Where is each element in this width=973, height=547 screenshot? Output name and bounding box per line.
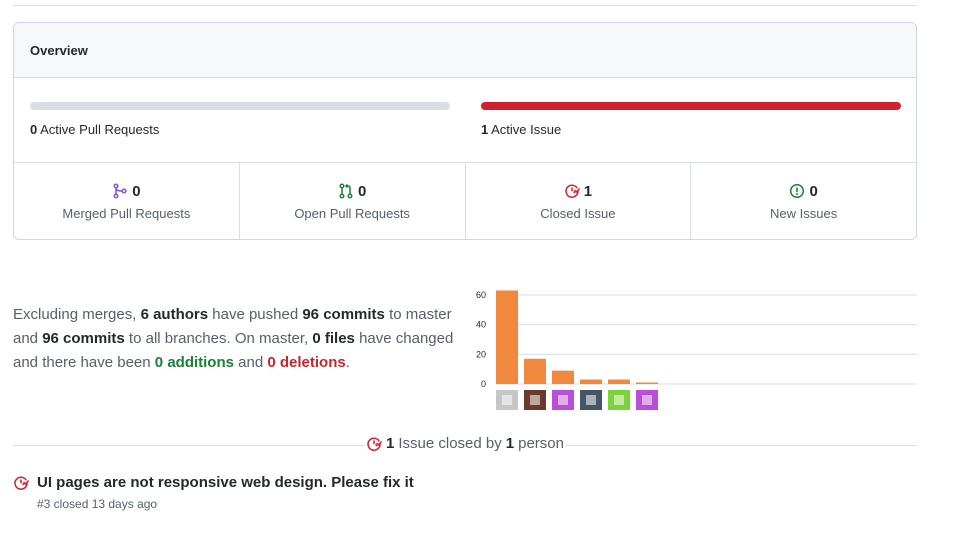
issues-closed-text-end: person bbox=[518, 435, 564, 452]
summary-text-4: to all branches. On master, bbox=[128, 330, 309, 347]
active-pull-requests-label: Active Pull Requests bbox=[40, 122, 160, 137]
chart-y-tick-label: 60 bbox=[476, 290, 486, 300]
open-pr-icon bbox=[339, 183, 353, 199]
new-issue-count: 0 bbox=[809, 182, 818, 200]
summary-text-6: and bbox=[238, 354, 264, 371]
overview-stats: 0 Merged Pull Requests 0 Open Pull Reque… bbox=[14, 163, 916, 239]
stat-new-issues[interactable]: 0 New Issues bbox=[691, 163, 916, 239]
stat-closed-issues[interactable]: 1 Closed Issue bbox=[466, 163, 692, 239]
list-item: UI pages are not responsive web design. … bbox=[13, 474, 917, 511]
avatar-pattern bbox=[586, 395, 596, 405]
chart-y-tick-label: 20 bbox=[476, 349, 486, 359]
chart-y-tick-label: 0 bbox=[481, 379, 486, 389]
contributors-chart: 0 20 40 60 bbox=[476, 290, 917, 410]
chart-y-tick-label: 40 bbox=[476, 320, 486, 330]
open-pr-label: Open Pull Requests bbox=[294, 205, 410, 221]
chart-bar[interactable] bbox=[552, 370, 574, 384]
issue-meta: #3 closed 13 days ago bbox=[37, 497, 158, 511]
stat-open-pull-requests[interactable]: 0 Open Pull Requests bbox=[240, 163, 466, 239]
issues-closed-count: 1 bbox=[386, 435, 395, 452]
issues-closed-text: Issue closed by bbox=[398, 435, 502, 452]
pull-requests-progress-bar bbox=[30, 102, 450, 110]
summary-deletions-word: deletions bbox=[279, 354, 346, 371]
overview-title: Overview bbox=[30, 42, 88, 58]
avatar-pattern bbox=[642, 395, 652, 405]
summary-text-1: Excluding merges, bbox=[13, 306, 137, 323]
summary-additions-word: additions bbox=[167, 354, 234, 371]
summary-deletions-count: 0 bbox=[267, 354, 276, 371]
summary-files: 0 files bbox=[312, 330, 355, 347]
chart-bar[interactable] bbox=[608, 379, 630, 384]
merged-pr-icon bbox=[113, 183, 127, 199]
summary-additions-count: 0 bbox=[154, 354, 164, 371]
active-issues-label: Active Issue bbox=[491, 122, 562, 137]
active-pull-requests-count: 0 bbox=[30, 122, 38, 137]
closed-issue-icon bbox=[367, 436, 383, 451]
avatar-pattern bbox=[530, 395, 540, 405]
merged-pr-count: 0 bbox=[132, 182, 141, 200]
open-pr-count: 0 bbox=[357, 182, 367, 200]
summary-text-7: . bbox=[345, 354, 350, 371]
avatar-pattern bbox=[614, 395, 624, 405]
commit-summary: Excluding merges, 6 authors have pushed … bbox=[13, 303, 465, 375]
stat-merged-pull-requests[interactable]: 0 Merged Pull Requests bbox=[14, 163, 240, 239]
issues-closed-people: 1 bbox=[505, 435, 515, 452]
summary-authors: 6 authors bbox=[140, 306, 209, 323]
overview-progress: 0 Active Pull Requests 1 Active Issue bbox=[14, 78, 916, 163]
chart-bar[interactable] bbox=[580, 379, 602, 384]
new-issue-label: New Issues bbox=[770, 205, 838, 221]
summary-commits-all: 96 commits bbox=[42, 330, 125, 347]
new-issue-icon bbox=[790, 183, 805, 199]
avatar-pattern bbox=[502, 395, 512, 405]
chart-bar[interactable] bbox=[524, 358, 546, 384]
overview-panel: Overview 0 Active Pull Requests 1 Active… bbox=[13, 22, 917, 240]
issues-progress-bar bbox=[481, 102, 901, 110]
active-pull-requests-link[interactable]: 0 Active Pull Requests bbox=[30, 122, 159, 137]
active-issues-link[interactable]: 1 Active Issue bbox=[481, 122, 561, 137]
merged-pr-label: Merged Pull Requests bbox=[62, 205, 191, 221]
summary-text-2: have pushed bbox=[212, 306, 299, 323]
closed-issue-label: Closed Issue bbox=[540, 205, 616, 221]
overview-header: Overview bbox=[14, 23, 916, 78]
issues-closed-header: 1 Issue closed by 1 person bbox=[13, 435, 917, 452]
active-issues-count: 1 bbox=[481, 122, 489, 137]
closed-issue-icon bbox=[14, 475, 29, 490]
chart-bar[interactable] bbox=[636, 382, 658, 384]
issue-title-link[interactable]: UI pages are not responsive web design. … bbox=[37, 474, 414, 491]
top-divider bbox=[13, 5, 917, 6]
avatar-pattern bbox=[558, 395, 568, 405]
summary-commits-master: 96 commits bbox=[302, 306, 385, 323]
closed-issue-count: 1 bbox=[583, 182, 593, 200]
closed-issue-icon bbox=[564, 184, 580, 198]
chart-bar[interactable] bbox=[496, 290, 518, 384]
